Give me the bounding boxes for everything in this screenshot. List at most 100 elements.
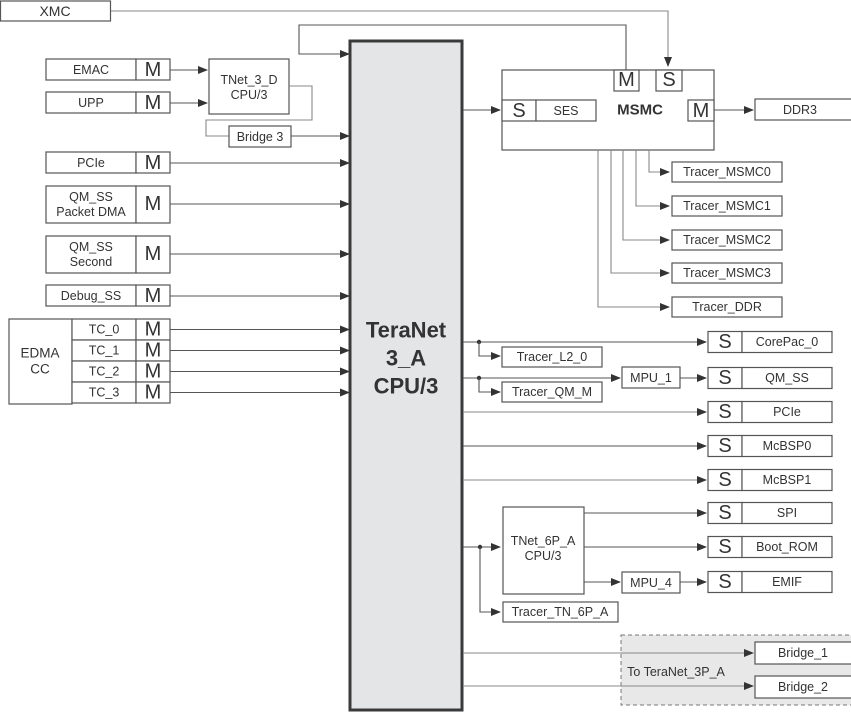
- master-edma-cc[interactable]: EDMA CC: [8, 318, 73, 405]
- slave-port: S: [718, 435, 731, 457]
- edma-tc-2[interactable]: TC_2 M: [71, 360, 171, 383]
- msmc-tracer-wire: [622, 150, 670, 244]
- master-qm-ss-second[interactable]: QM_SS Second M: [45, 235, 171, 274]
- slave-label: PCIe: [773, 405, 801, 419]
- tnet3d-line1: TNet_3_D: [221, 73, 278, 87]
- tc-master-port: M: [145, 382, 162, 404]
- qm-pdma-line2: Packet DMA: [56, 205, 126, 219]
- tracer-qm-label: Tracer_QM_M: [512, 385, 592, 399]
- tracer-tn6p-wire: [479, 547, 501, 616]
- slave-label: CorePac_0: [756, 335, 819, 349]
- edma-line1: EDMA: [20, 346, 59, 361]
- emac-label: EMAC: [73, 63, 109, 77]
- msmc-tracer-wire: [648, 150, 670, 176]
- emac-master-port: M: [145, 59, 162, 81]
- msmc-ses-label: SES: [553, 104, 578, 118]
- tnet-6p-a-switch[interactable]: TNet_6P_A CPU/3: [502, 506, 585, 595]
- msmc-top-master-port: M: [618, 69, 635, 91]
- tnet-3-d-switch[interactable]: TNet_3_D CPU/3: [208, 58, 290, 115]
- msmc-tracer-wire: [610, 150, 670, 277]
- slave-group: S CorePac_0S QM_SSS PCIeS McBSP0S McBSP1S SPIS…: [707, 330, 833, 594]
- qm-pdma-master-port: M: [145, 193, 162, 215]
- slave-mcbsp0[interactable]: S McBSP0: [707, 434, 833, 458]
- debug-label: Debug_SS: [61, 289, 121, 303]
- mpu-4[interactable]: MPU_4: [621, 571, 681, 594]
- teranet-3a-switch[interactable]: TeraNet 3_A CPU/3: [348, 39, 464, 712]
- tracer-tn-6p-a[interactable]: Tracer_TN_6P_A: [502, 601, 619, 623]
- slave-boot-rom[interactable]: S Boot_ROM: [707, 535, 833, 559]
- msmc-ses-slave-port: S: [512, 100, 525, 122]
- tracer-label: Tracer_MSMC2: [683, 233, 771, 247]
- qm-second-line2: Second: [70, 255, 112, 269]
- teranet-title-line1: TeraNet: [366, 318, 447, 343]
- slave-mcbsp1[interactable]: S McBSP1: [707, 468, 833, 492]
- master-pcie[interactable]: PCIe M: [45, 151, 171, 174]
- msmc-tracer-wire: [597, 150, 670, 311]
- teranet-title-line3: CPU/3: [374, 374, 439, 399]
- slave-qm-ss[interactable]: S QM_SS: [707, 366, 833, 390]
- msmc-tracer-2[interactable]: Tracer_MSMC2: [671, 229, 783, 251]
- tracer-label: Tracer_DDR: [692, 300, 762, 314]
- ddr3-block[interactable]: DDR3: [754, 98, 851, 121]
- edma-tc-0[interactable]: TC_0 M: [71, 318, 171, 341]
- qm-pdma-line1: QM_SS: [69, 190, 113, 204]
- debug-master-port: M: [145, 285, 162, 307]
- edma-tc-group: TC_0 M TC_1 M TC_2 M TC_3 M: [71, 318, 350, 404]
- tc-label: TC_0: [89, 323, 120, 337]
- tc-master-port: M: [145, 340, 162, 362]
- master-debug-ss[interactable]: Debug_SS M: [45, 284, 171, 307]
- tracer-label: Tracer_MSMC0: [683, 165, 771, 179]
- master-qm-ss-packet-dma[interactable]: QM_SS Packet DMA M: [45, 185, 171, 224]
- slave-port: S: [718, 401, 731, 423]
- edma-tc-1[interactable]: TC_1 M: [71, 339, 171, 362]
- mpu4-label: MPU_4: [630, 576, 672, 590]
- bridge2-label: Bridge_2: [778, 680, 828, 694]
- tracer-qm-wire: [478, 378, 501, 396]
- msmc-tracer-0[interactable]: Tracer_MSMC0: [671, 161, 783, 183]
- bridge-1[interactable]: Bridge_1: [754, 641, 851, 665]
- tracer-l2-0[interactable]: Tracer_L2_0: [501, 346, 603, 368]
- bridge-2[interactable]: Bridge_2: [754, 675, 851, 699]
- slave-label: EMIF: [772, 575, 802, 589]
- slave-port: S: [718, 536, 731, 558]
- tc-label: TC_3: [89, 386, 120, 400]
- msmc-tracer-wire: [635, 150, 670, 210]
- tracer-label: Tracer_MSMC3: [683, 266, 771, 280]
- bridge-3[interactable]: Bridge 3: [228, 125, 292, 148]
- slave-port: S: [718, 331, 731, 353]
- slave-label: McBSP1: [763, 473, 812, 487]
- edma-line2: CC: [30, 362, 50, 377]
- slave-spi[interactable]: S SPI: [707, 501, 833, 525]
- bridge3-label: Bridge 3: [237, 130, 284, 144]
- master-emac[interactable]: EMAC M: [45, 58, 171, 81]
- tracer-tn6p-label: Tracer_TN_6P_A: [512, 605, 609, 619]
- slave-corepac-0[interactable]: S CorePac_0: [707, 330, 833, 354]
- slave-port: S: [718, 571, 731, 593]
- upp-master-port: M: [145, 92, 162, 114]
- msmc-tracer-1[interactable]: Tracer_MSMC1: [671, 195, 783, 217]
- tc-label: TC_1: [89, 344, 120, 358]
- slave-label: QM_SS: [765, 371, 809, 385]
- msmc-title: MSMC: [617, 102, 663, 119]
- bridge-group-label: To TeraNet_3P_A: [627, 665, 725, 679]
- pcie-master-port: M: [145, 152, 162, 174]
- xmc-block[interactable]: XMC: [0, 0, 112, 22]
- msmc-tracer-3[interactable]: Tracer_MSMC3: [671, 262, 783, 284]
- msmc-block[interactable]: S SES MSMC M S M: [501, 69, 715, 151]
- bridge1-label: Bridge_1: [778, 646, 828, 660]
- mpu-1[interactable]: MPU_1: [621, 366, 681, 389]
- tnet6p-line2: CPU/3: [525, 549, 562, 563]
- slave-label: Boot_ROM: [756, 540, 818, 554]
- qm-second-master-port: M: [145, 243, 162, 265]
- slave-pcie[interactable]: S PCIe: [707, 400, 833, 424]
- slave-emif[interactable]: S EMIF: [707, 570, 833, 594]
- edma-tc-3[interactable]: TC_3 M: [71, 381, 171, 404]
- master-upp[interactable]: UPP M: [45, 91, 171, 114]
- tracer-qm-m[interactable]: Tracer_QM_M: [501, 381, 603, 403]
- msmc-top-slave-port: S: [662, 69, 675, 91]
- slave-label: SPI: [777, 506, 797, 520]
- msmc-tracer-4[interactable]: Tracer_DDR: [671, 296, 783, 318]
- tracer-l2-label: Tracer_L2_0: [517, 350, 587, 364]
- msmc-right-master-port: M: [693, 100, 710, 122]
- msmc-tracer-group: Tracer_MSMC0 Tracer_MSMC1 Tracer_MSMC2 Trac…: [597, 150, 783, 318]
